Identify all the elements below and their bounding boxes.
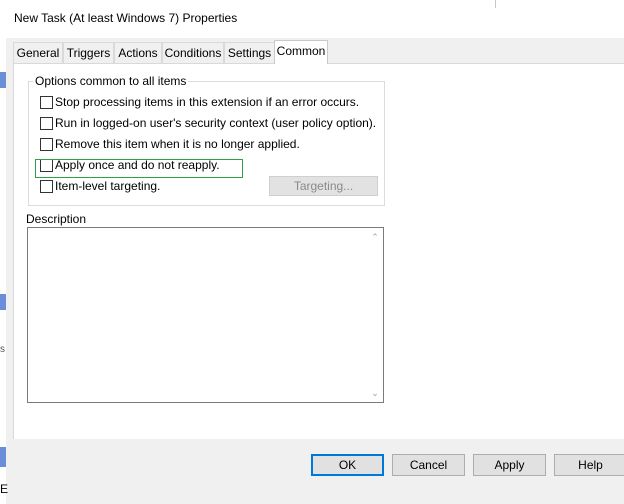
tab-common[interactable]: Common bbox=[274, 40, 328, 64]
description-scrollbar[interactable]: ⌃ ⌄ bbox=[367, 228, 383, 402]
checkbox-box[interactable] bbox=[40, 180, 53, 193]
targeting-button[interactable]: Targeting... bbox=[269, 176, 378, 196]
apply-once-highlight-box bbox=[35, 159, 243, 178]
tab-actions[interactable]: Actions bbox=[114, 42, 162, 63]
background-text: E bbox=[0, 482, 9, 496]
apply-button[interactable]: Apply bbox=[473, 454, 546, 476]
options-group-legend: Options common to all items bbox=[33, 74, 189, 88]
checkbox-box[interactable] bbox=[40, 138, 53, 151]
ok-button[interactable]: OK bbox=[311, 454, 384, 476]
scroll-up-arrow-icon[interactable]: ⌃ bbox=[370, 232, 380, 242]
checkbox-label: Run in logged-on user's security context… bbox=[55, 116, 377, 130]
description-textarea[interactable]: ⌃ ⌄ bbox=[27, 227, 384, 403]
checkbox-label: Item-level targeting. bbox=[55, 179, 161, 193]
help-button[interactable]: Help bbox=[554, 454, 624, 476]
title-bar[interactable]: New Task (At least Windows 7) Properties bbox=[6, 0, 624, 38]
scroll-down-arrow-icon[interactable]: ⌄ bbox=[370, 388, 380, 398]
tab-general[interactable]: General bbox=[13, 42, 63, 63]
checkbox-box[interactable] bbox=[40, 117, 53, 130]
checkbox-label: Remove this item when it is no longer ap… bbox=[55, 137, 300, 151]
background-selection-highlight bbox=[0, 294, 6, 310]
tab-triggers[interactable]: Triggers bbox=[63, 42, 114, 63]
background-text: s bbox=[0, 344, 5, 355]
tab-settings[interactable]: Settings bbox=[224, 42, 275, 63]
checkbox-box[interactable] bbox=[40, 96, 53, 109]
background-selection-highlight bbox=[0, 72, 6, 88]
titlebar-divider bbox=[495, 0, 496, 8]
checkbox-label: Stop processing items in this extension … bbox=[55, 95, 360, 109]
cancel-button[interactable]: Cancel bbox=[392, 454, 465, 476]
window-title: New Task (At least Windows 7) Properties bbox=[14, 11, 238, 25]
tab-conditions[interactable]: Conditions bbox=[162, 42, 224, 63]
background-selection-highlight bbox=[0, 447, 6, 467]
description-label: Description bbox=[26, 212, 87, 226]
